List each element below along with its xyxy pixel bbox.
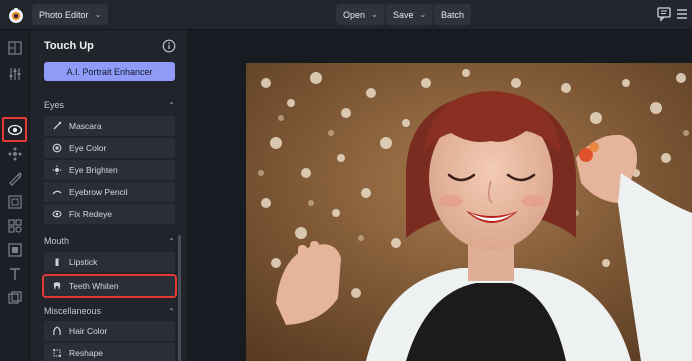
tool-reshape[interactable]: Reshape: [44, 343, 175, 361]
tool-eyebrow-pencil[interactable]: Eyebrow Pencil: [44, 182, 175, 202]
text-icon[interactable]: [7, 266, 23, 282]
texture-icon[interactable]: [7, 242, 23, 258]
tool-hair-color[interactable]: Hair Color: [44, 321, 175, 341]
open-label: Open: [343, 9, 366, 20]
chevron-down-icon: ⌄: [94, 10, 102, 19]
batch-button[interactable]: Batch: [434, 4, 472, 25]
comment-icon[interactable]: [656, 6, 672, 22]
eyebrow-pencil-icon: [52, 190, 62, 195]
layers-icon[interactable]: [7, 290, 23, 306]
hair-color-icon: [53, 326, 61, 336]
section-label: Mouth: [44, 236, 70, 246]
eye-icon[interactable]: [7, 122, 23, 138]
eye-color-icon: [52, 143, 62, 153]
open-dropdown[interactable]: Open ⌄: [336, 4, 385, 25]
tool-eye-color[interactable]: Eye Color: [44, 138, 175, 158]
chevron-up-icon: ⌃: [168, 236, 175, 246]
mascara-icon: [53, 121, 62, 130]
photo-editor-label: Photo Editor: [39, 9, 89, 20]
photo-canvas[interactable]: [246, 63, 692, 361]
tool-teeth-whiten[interactable]: Teeth Whiten: [42, 274, 177, 298]
menu-icon[interactable]: [674, 6, 690, 22]
graphics-icon[interactable]: [7, 218, 23, 234]
section-miscellaneous-header[interactable]: Miscellaneous ⌃: [44, 306, 175, 316]
tool-mascara[interactable]: Mascara: [44, 116, 175, 136]
adjust-sliders-icon[interactable]: [7, 66, 23, 82]
top-toolbar: Photo Editor ⌄ Open ⌄ Save ⌄ Batch: [0, 0, 692, 30]
tool-label: Fix Redeye: [69, 209, 112, 219]
eye-brighten-icon: [52, 165, 62, 175]
batch-label: Batch: [441, 9, 465, 20]
tool-rail: [0, 30, 30, 361]
tool-label: Teeth Whiten: [69, 281, 119, 291]
panel-title: Touch Up: [44, 40, 94, 52]
tool-label: Mascara: [69, 121, 102, 131]
chevron-down-icon: ⌄: [419, 10, 427, 19]
photo-editor-dropdown[interactable]: Photo Editor ⌄: [32, 4, 109, 25]
panel-scrollbar[interactable]: [178, 235, 181, 361]
teeth-whiten-icon: [53, 282, 61, 290]
tool-label: Eye Color: [69, 143, 107, 153]
layout-icon[interactable]: [7, 40, 23, 56]
save-dropdown[interactable]: Save ⌄: [386, 4, 434, 25]
frame-icon[interactable]: [7, 194, 23, 210]
reshape-icon: [53, 349, 61, 357]
ai-portrait-enhancer-button[interactable]: A.I. Portrait Enhancer: [44, 62, 175, 81]
tool-label: Hair Color: [69, 326, 108, 336]
section-mouth-header[interactable]: Mouth ⌃: [44, 236, 175, 246]
tool-lipstick[interactable]: Lipstick: [44, 252, 175, 272]
app-logo-icon[interactable]: [6, 5, 26, 25]
tool-fix-redeye[interactable]: Fix Redeye: [44, 204, 175, 224]
tool-label: Eye Brighten: [69, 165, 118, 175]
section-label: Eyes: [44, 100, 65, 110]
effects-icon[interactable]: [7, 146, 23, 162]
tool-eye-brighten[interactable]: Eye Brighten: [44, 160, 175, 180]
info-icon[interactable]: [162, 39, 176, 53]
chevron-up-icon: ⌃: [168, 306, 175, 316]
chevron-up-icon: ⌃: [168, 100, 175, 110]
tool-label: Eyebrow Pencil: [69, 187, 128, 197]
lipstick-icon: [55, 258, 59, 266]
editor-canvas: [188, 30, 692, 361]
portrait-photo: [246, 63, 692, 361]
paint-icon[interactable]: [7, 170, 23, 186]
touch-up-panel: Touch Up A.I. Portrait Enhancer Eyes ⌃ M…: [30, 30, 188, 361]
section-label: Miscellaneous: [44, 306, 102, 316]
tool-label: Lipstick: [69, 257, 98, 267]
section-eyes-header[interactable]: Eyes ⌃: [44, 100, 175, 110]
fix-redeye-icon: [52, 210, 62, 218]
chevron-down-icon: ⌄: [371, 10, 378, 19]
save-label: Save: [393, 9, 414, 20]
tool-label: Reshape: [69, 348, 104, 358]
